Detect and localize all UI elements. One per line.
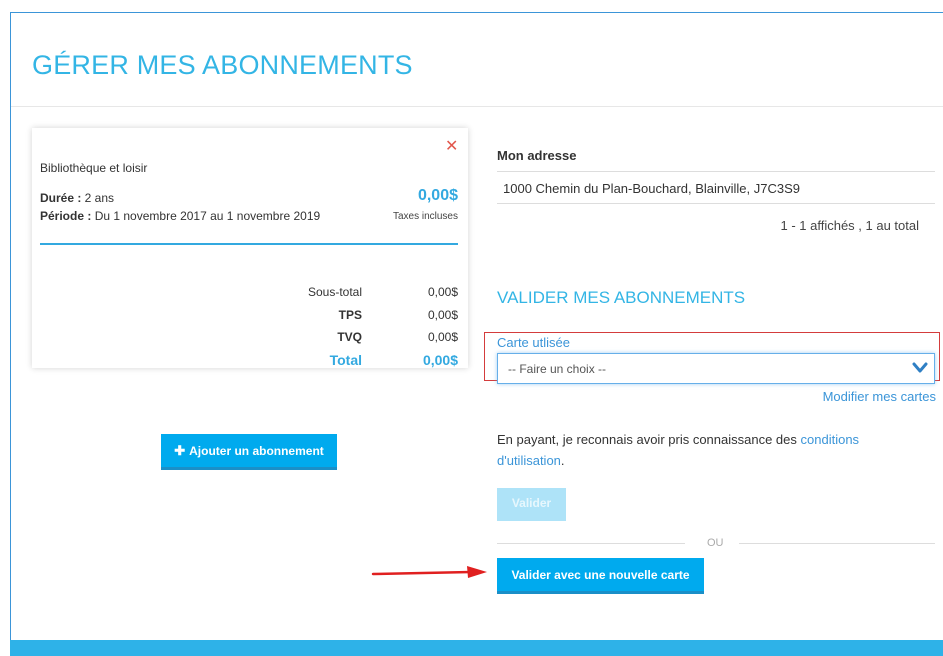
card-select-value: -- Faire un choix -- (508, 362, 607, 376)
duration-value: 2 ans (81, 191, 115, 205)
title-divider (11, 106, 943, 107)
chevron-down-icon (912, 362, 928, 373)
period-label: Période : (40, 209, 92, 223)
totals-label: TPS (338, 308, 362, 322)
tax-note: Taxes incluses (392, 211, 458, 222)
subscription-duration: Durée : 2 ans (40, 191, 114, 205)
totals-value: 0,00$ (427, 330, 458, 344)
validate-new-card-button[interactable]: Valider avec une nouvelle carte (497, 558, 704, 594)
totals-row-tps: TPS 0,00$ (32, 308, 468, 328)
totals-row-tvq: TVQ 0,00$ (32, 330, 468, 350)
close-icon[interactable]: ✕ (445, 139, 458, 155)
address-count: 1 - 1 affichés , 1 au total (780, 218, 919, 233)
subscription-amount: 0,00$ (417, 187, 458, 204)
consent-suffix: . (560, 453, 565, 468)
add-subscription-label: Ajouter un abonnement (189, 443, 324, 458)
or-text: OU (707, 537, 724, 549)
validate-title: VALIDER MES ABONNEMENTS (497, 288, 746, 307)
subscription-card: ✕ Bibliothèque et loisir Durée : 2 ans P… (32, 128, 468, 368)
totals-value: 0,00$ (427, 308, 458, 322)
footer-bar (10, 640, 943, 656)
address-value[interactable]: 1000 Chemin du Plan-Bouchard, Blainville… (503, 181, 800, 196)
totals-value: 0,00$ (422, 352, 458, 368)
card-label: Carte utlisée (497, 335, 570, 350)
totals-row-total: Total 0,00$ (32, 352, 468, 372)
address-header-divider (497, 171, 935, 172)
address-row-divider (497, 203, 935, 204)
or-line-right (739, 543, 935, 544)
plus-icon: ✚ (174, 442, 186, 458)
address-header: Mon adresse (497, 148, 577, 163)
validate-button[interactable]: Valider (497, 488, 566, 521)
page-title: GÉRER MES ABONNEMENTS (32, 50, 413, 80)
period-value: Du 1 novembre 2017 au 1 novembre 2019 (91, 209, 321, 223)
or-separator: OU (497, 537, 935, 551)
subscription-period: Période : Du 1 novembre 2017 au 1 novemb… (40, 209, 320, 223)
totals-label: Total (329, 352, 362, 368)
or-line-left (497, 543, 685, 544)
consent-prefix: En payant, je reconnais avoir pris conna… (497, 432, 801, 447)
modify-cards-link[interactable]: Modifier mes cartes (823, 389, 936, 404)
totals-value: 0,00$ (427, 285, 458, 299)
card-select[interactable]: -- Faire un choix -- (497, 353, 935, 384)
totals-row-subtotal: Sous-total 0,00$ (32, 285, 468, 305)
duration-label: Durée : (40, 191, 82, 205)
arrow-right-icon (371, 566, 487, 578)
card-divider (40, 243, 458, 245)
add-subscription-button[interactable]: ✚ Ajouter un abonnement (161, 434, 337, 470)
totals-label: Sous-total (307, 285, 362, 299)
subscription-service: Bibliothèque et loisir (40, 161, 148, 175)
consent-text: En payant, je reconnais avoir pris conna… (497, 429, 927, 471)
totals-label: TVQ (337, 330, 362, 344)
window-top-border (10, 12, 943, 13)
